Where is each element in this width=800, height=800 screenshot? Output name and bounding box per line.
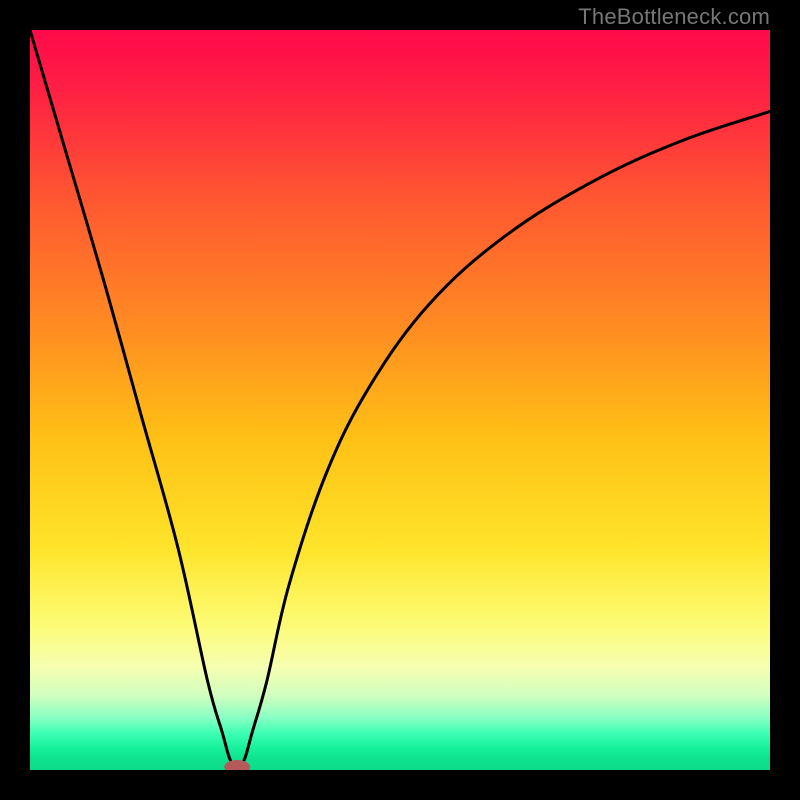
plot-area	[30, 30, 770, 770]
chart-frame: TheBottleneck.com	[0, 0, 800, 800]
minimum-marker	[224, 760, 250, 770]
curve-svg	[30, 30, 770, 770]
curve-left-branch	[30, 30, 237, 770]
curve-right-branch	[237, 111, 770, 770]
watermark-text: TheBottleneck.com	[578, 4, 770, 30]
